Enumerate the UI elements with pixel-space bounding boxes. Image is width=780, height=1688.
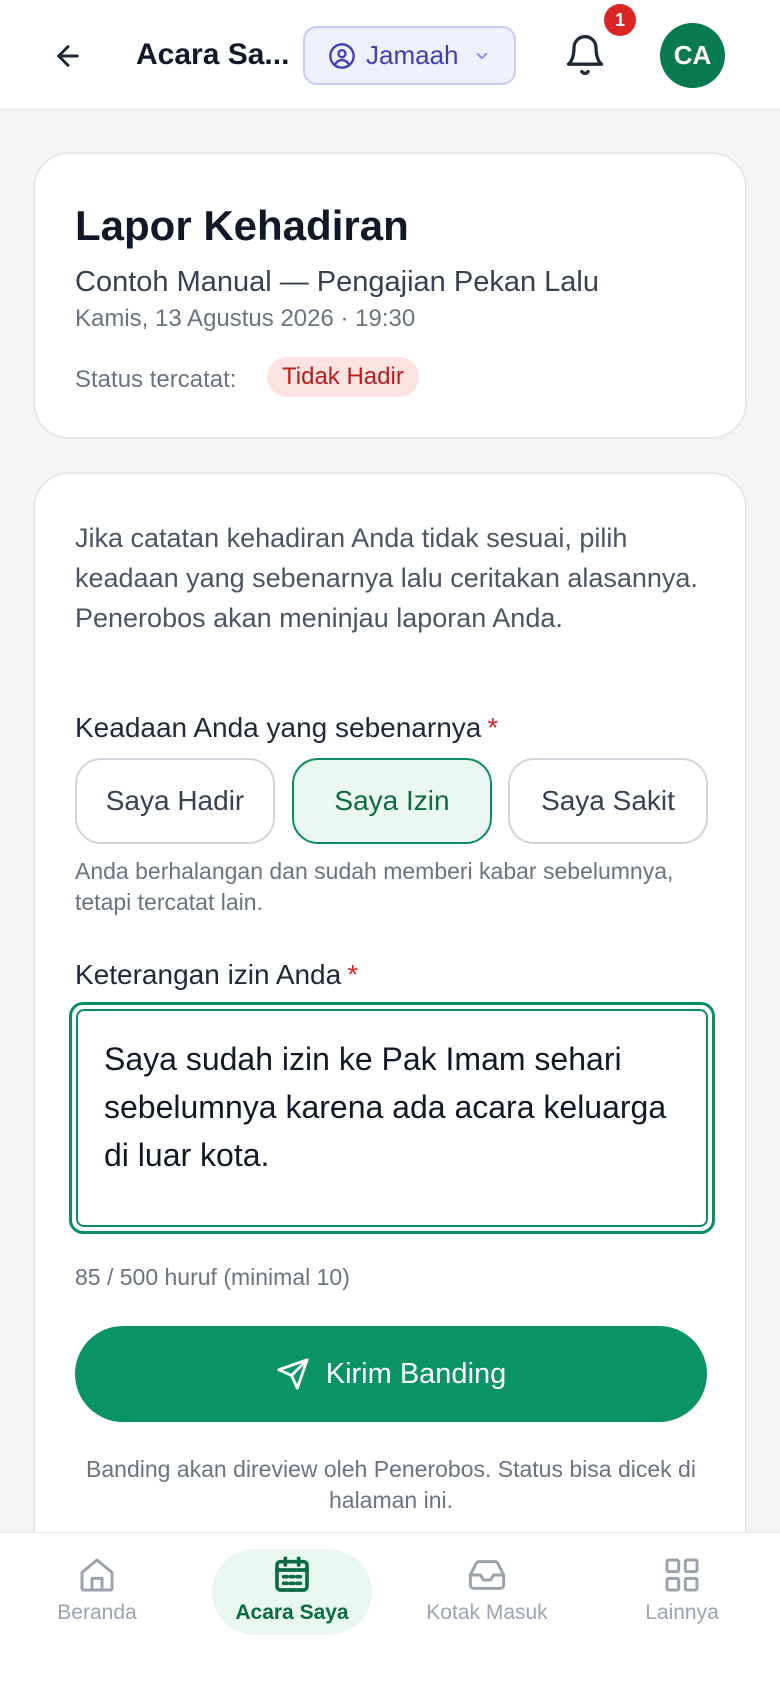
calendar-icon xyxy=(275,1556,309,1592)
reason-textarea-focus-ring: Saya sudah izin ke Pak Imam sehari sebel… xyxy=(69,1002,715,1234)
nav-label: Kotak Masuk xyxy=(426,1601,548,1624)
option-hint: Anda berhalangan dan sudah memberi kabar… xyxy=(75,858,674,915)
option-saya-sakit[interactable]: Saya Sakit xyxy=(508,758,708,844)
status-badge: Tidak Hadir xyxy=(267,357,419,397)
avatar[interactable]: CA xyxy=(660,23,725,88)
home-icon xyxy=(80,1558,114,1592)
submit-appeal-button[interactable]: Kirim Banding xyxy=(75,1326,707,1422)
form-intro: Jika catatan kehadiran Anda tidak sesuai… xyxy=(75,523,698,633)
status-label: Status tercatat: xyxy=(75,366,237,393)
nav-item-kotak-masuk[interactable]: Kotak Masuk xyxy=(407,1555,567,1641)
bell-icon xyxy=(566,35,604,75)
state-label-text: Keadaan Anda yang sebenarnya xyxy=(75,712,482,743)
nav-label: Acara Saya xyxy=(235,1601,349,1624)
chevron-down-icon xyxy=(476,52,487,59)
nav-item-acara-saya[interactable]: Acara Saya xyxy=(212,1549,372,1641)
appeal-form-card: Jika catatan kehadiran Anda tidak sesuai… xyxy=(33,472,747,1632)
arrow-left-icon xyxy=(57,45,79,67)
app-header: Acara Sa... Jamaah 1 CA xyxy=(0,0,780,110)
user-circle-icon xyxy=(329,42,355,69)
reason-textarea[interactable]: Saya sudah izin ke Pak Imam sehari sebel… xyxy=(76,1009,708,1227)
back-button[interactable] xyxy=(44,30,92,82)
send-icon xyxy=(277,1358,309,1390)
grid-icon xyxy=(665,1558,699,1592)
event-name: Contoh Manual — Pengajian Pekan Lalu xyxy=(75,266,599,298)
event-summary-card: Lapor Kehadiran Contoh Manual — Pengajia… xyxy=(33,152,747,439)
option-saya-hadir[interactable]: Saya Hadir xyxy=(75,758,275,844)
notification-button[interactable] xyxy=(563,33,607,77)
event-datetime: Kamis, 13 Agustus 2026 · 19:30 xyxy=(75,305,416,332)
inbox-icon xyxy=(468,1560,506,1590)
nav-label: Lainnya xyxy=(645,1601,719,1624)
state-label: Keadaan Anda yang sebenarnya * xyxy=(75,712,498,744)
role-label: Jamaah xyxy=(366,40,459,70)
notification-badge: 1 xyxy=(604,4,636,36)
nav-item-beranda[interactable]: Beranda xyxy=(17,1555,177,1641)
option-saya-izin[interactable]: Saya Izin xyxy=(292,758,492,844)
nav-item-lainnya[interactable]: Lainnya xyxy=(602,1555,762,1641)
required-mark: * xyxy=(347,959,359,990)
reason-label-text: Keterangan izin Anda xyxy=(75,959,342,990)
nav-label: Beranda xyxy=(57,1601,137,1624)
reason-label: Keterangan izin Anda * xyxy=(75,959,358,991)
bottom-nav: Beranda Acara Saya Kotak Masuk Lainnya xyxy=(0,1532,780,1688)
required-mark: * xyxy=(487,712,499,743)
submit-label: Kirim Banding xyxy=(325,1357,507,1390)
footnote: Banding akan direview oleh Penerobos. St… xyxy=(86,1456,696,1513)
page-title: Acara Sa... xyxy=(136,38,290,71)
char-counter: 85 / 500 huruf (minimal 10) xyxy=(75,1264,350,1290)
role-switcher[interactable]: Jamaah xyxy=(303,26,516,85)
card-heading: Lapor Kehadiran xyxy=(75,202,409,249)
